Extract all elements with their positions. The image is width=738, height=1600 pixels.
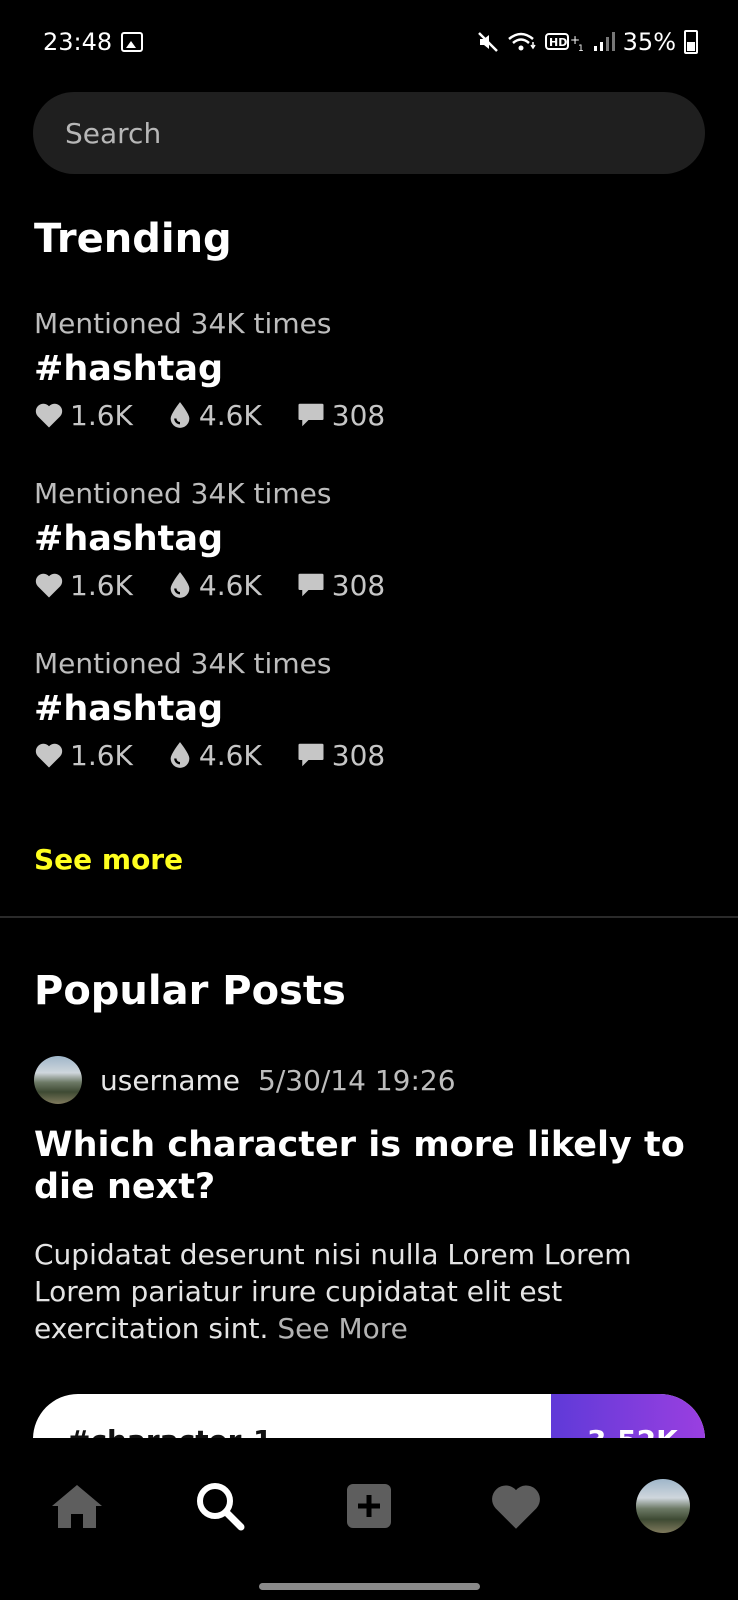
trend-mentions: Mentioned 34K times xyxy=(34,477,332,510)
trend-mentions: Mentioned 34K times xyxy=(34,307,332,340)
trend-hashtag[interactable]: #hashtag xyxy=(34,347,634,391)
post-see-more-link[interactable]: See More xyxy=(277,1312,408,1345)
likes-stat: 1.6K xyxy=(34,399,133,432)
status-bar: 23:48 HD + 1 35% xyxy=(0,0,738,88)
trending-title: Trending xyxy=(34,216,232,262)
trend-hashtag[interactable]: #hashtag xyxy=(34,687,634,731)
comment-icon xyxy=(298,403,324,427)
nav-home[interactable] xyxy=(47,1476,107,1536)
gallery-notification-icon xyxy=(121,32,143,52)
heart-icon xyxy=(35,403,63,428)
comment-icon xyxy=(298,743,324,767)
home-icon xyxy=(52,1485,102,1528)
nav-profile[interactable] xyxy=(633,1476,693,1536)
trend-item[interactable]: Mentioned 34K times #hashtag 1.6K 4.6K 3… xyxy=(34,477,634,603)
poll-option[interactable]: #character-1 3.52K xyxy=(33,1394,705,1438)
user-avatar[interactable] xyxy=(34,1056,82,1104)
likes-count: 1.6K xyxy=(70,398,133,432)
nav-search[interactable] xyxy=(190,1476,250,1536)
heart-icon xyxy=(492,1485,540,1529)
drops-stat: 4.6K xyxy=(167,399,262,432)
comments-stat: 308 xyxy=(296,399,385,432)
trend-item[interactable]: Mentioned 34K times #hashtag 1.6K 4.6K 3… xyxy=(34,647,634,773)
comments-count: 308 xyxy=(331,398,386,432)
mute-icon xyxy=(477,32,498,52)
status-icons: HD + 1 35% xyxy=(477,28,698,56)
comments-stat: 308 xyxy=(296,739,385,772)
popular-posts-title: Popular Posts xyxy=(34,968,346,1014)
post-timestamp: 5/30/14 19:26 xyxy=(258,1063,456,1097)
comment-icon xyxy=(298,573,324,597)
comments-count: 308 xyxy=(331,568,386,602)
nav-favorites[interactable] xyxy=(486,1476,546,1536)
battery-icon xyxy=(684,30,698,54)
likes-stat: 1.6K xyxy=(34,739,133,772)
svg-text:1: 1 xyxy=(578,44,584,53)
trend-stats: 1.6K 4.6K 308 xyxy=(34,737,634,773)
search-input[interactable] xyxy=(65,92,665,174)
signal-icon xyxy=(593,32,615,51)
drops-count: 4.6K xyxy=(198,568,262,602)
drops-stat: 4.6K xyxy=(167,739,262,772)
profile-avatar xyxy=(636,1479,690,1533)
add-icon xyxy=(347,1484,391,1528)
post-title[interactable]: Which character is more likely to die ne… xyxy=(34,1124,714,1208)
heart-icon xyxy=(35,573,63,598)
search-bar[interactable] xyxy=(33,92,705,174)
trend-stats: 1.6K 4.6K 308 xyxy=(34,397,634,433)
drops-stat: 4.6K xyxy=(167,569,262,602)
section-divider xyxy=(0,916,738,918)
drop-icon xyxy=(170,572,190,598)
trend-stats: 1.6K 4.6K 308 xyxy=(34,567,634,603)
bottom-navigation xyxy=(0,1438,738,1600)
comments-stat: 308 xyxy=(296,569,385,602)
poll-option-container: #character-1 3.52K xyxy=(33,1394,705,1438)
drops-count: 4.6K xyxy=(198,738,262,772)
likes-count: 1.6K xyxy=(70,568,133,602)
see-more-link[interactable]: See more xyxy=(34,843,183,876)
drop-icon xyxy=(170,402,190,428)
heart-icon xyxy=(35,743,63,768)
post-header: username 5/30/14 19:26 xyxy=(34,1056,456,1104)
trend-hashtag[interactable]: #hashtag xyxy=(34,517,634,561)
post-username[interactable]: username xyxy=(100,1064,240,1097)
nav-create[interactable] xyxy=(339,1476,399,1536)
likes-stat: 1.6K xyxy=(34,569,133,602)
home-indicator[interactable] xyxy=(259,1583,480,1590)
svg-text:HD: HD xyxy=(549,36,567,49)
poll-option-label: #character-1 xyxy=(67,1424,272,1438)
drop-icon xyxy=(170,742,190,768)
wifi-icon xyxy=(507,32,536,51)
drops-count: 4.6K xyxy=(198,398,262,432)
status-time: 23:48 xyxy=(43,28,113,56)
search-icon xyxy=(197,1483,245,1531)
poll-option-count: 3.52K xyxy=(551,1394,705,1438)
hd-volte-icon: HD + 1 xyxy=(544,33,584,53)
post-body: Cupidatat deserunt nisi nulla Lorem Lore… xyxy=(34,1236,714,1347)
trend-mentions: Mentioned 34K times xyxy=(34,647,332,680)
trend-item[interactable]: Mentioned 34K times #hashtag 1.6K 4.6K 3… xyxy=(34,307,634,433)
comments-count: 308 xyxy=(331,738,386,772)
battery-percentage: 35% xyxy=(622,28,676,56)
likes-count: 1.6K xyxy=(70,738,133,772)
